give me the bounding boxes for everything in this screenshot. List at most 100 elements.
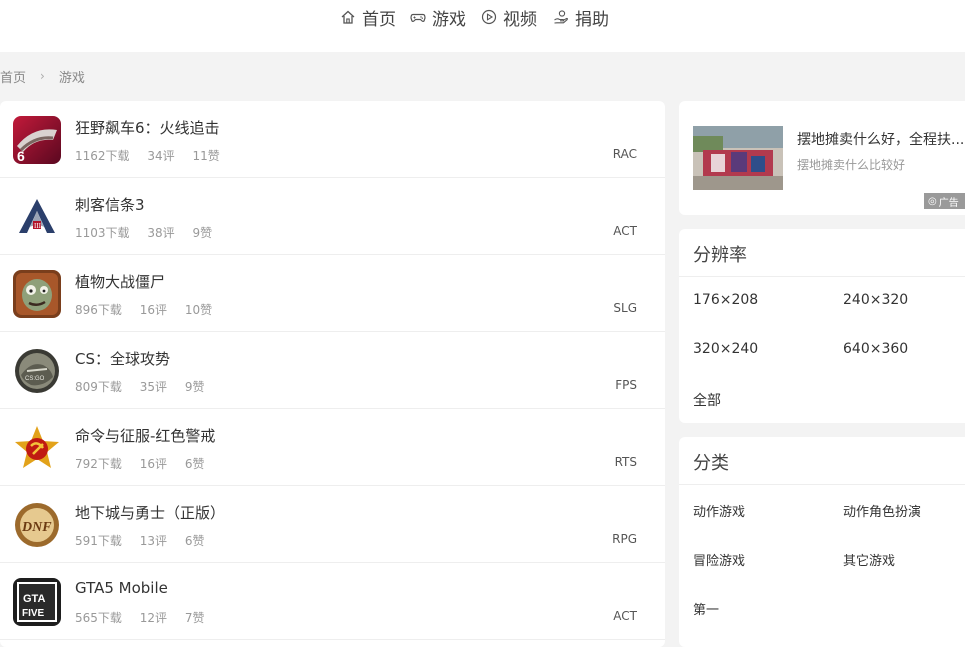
game-row[interactable]: 植物大战僵尸 896下载 16评 10赞 SLG [0, 255, 665, 332]
game-list: 6 狂野飙车6：火线追击 1162下载 34评 11赞 RAC III 刺客信条… [0, 101, 665, 647]
game-title[interactable]: CS：全球攻势 [75, 348, 170, 369]
game-downloads: 896下载 [75, 303, 122, 317]
resolution-heading: 分辨率 [693, 245, 747, 266]
category-link[interactable]: 第一 [693, 599, 719, 618]
game-row[interactable]: III 刺客信条3 1103下载 38评 9赞 ACT [0, 178, 665, 255]
game-row[interactable]: 6 狂野飙车6：火线追击 1162下载 34评 11赞 RAC [0, 101, 665, 178]
gamepad-icon [410, 13, 426, 22]
ad-badge-label: 广告 [938, 197, 959, 209]
nav-item-label: 游戏 [432, 9, 466, 30]
game-genre-tag: RAC [612, 147, 637, 161]
game-title[interactable]: 刺客信条3 [75, 194, 145, 215]
game-row[interactable]: GTA FIVE GTA5 Mobile 565下载 12评 7赞 ACT [0, 563, 665, 640]
csgo-icon: CS:GO [13, 347, 61, 395]
game-title[interactable]: 植物大战僵尸 [75, 271, 165, 292]
game-downloads: 1162下载 [75, 149, 130, 163]
game-downloads: 591下载 [75, 534, 122, 548]
game-meta: 792下载 16评 6赞 [75, 455, 218, 472]
game-likes: 9赞 [192, 226, 213, 240]
zombie-icon [13, 270, 61, 318]
game-title[interactable]: GTA5 Mobile [75, 579, 168, 597]
game-meta: 896下载 16评 10赞 [75, 301, 226, 318]
category-panel: 分类 动作游戏 动作角色扮演 冒险游戏 其它游戏 第一 [679, 437, 965, 647]
nav-item-label: 视频 [503, 9, 537, 30]
game-downloads: 565下载 [75, 611, 122, 625]
nav-item-home[interactable]: 首页 [340, 4, 396, 30]
ad-thumbnail [693, 126, 783, 190]
game-reviews: 13评 [139, 534, 168, 548]
category-heading: 分类 [693, 453, 729, 474]
resolution-link-all[interactable]: 全部 [693, 390, 721, 410]
game-title[interactable]: 命令与征服-红色警戒 [75, 425, 215, 446]
game-genre-tag: FPS [615, 378, 637, 392]
game-row[interactable]: CS:GO CS：全球攻势 809下载 35评 9赞 FPS [0, 332, 665, 409]
red-alert-icon [13, 424, 61, 472]
breadcrumb-separator: › [40, 69, 45, 83]
game-meta: 809下载 35评 9赞 [75, 378, 218, 395]
game-likes: 6赞 [184, 457, 205, 471]
game-title[interactable]: 地下城与勇士（正版） [75, 502, 225, 523]
svg-text:FIVE: FIVE [22, 608, 45, 619]
home-icon [341, 10, 355, 24]
resolution-link[interactable]: 640×360 [843, 341, 908, 357]
nav-item-label: 首页 [362, 9, 396, 30]
game-meta: 1162下载 34评 11赞 [75, 147, 234, 164]
game-row[interactable]: 命令与征服-红色警戒 792下载 16评 6赞 RTS [0, 409, 665, 486]
svg-text:CS:GO: CS:GO [25, 376, 45, 382]
svg-text:6: 6 [17, 148, 25, 164]
asphalt6-icon: 6 [13, 116, 61, 164]
game-reviews: 34评 [147, 149, 175, 163]
nav-item-game[interactable]: 游戏 [410, 4, 466, 30]
ad-info-icon: ◎ [928, 195, 937, 207]
resolution-link[interactable]: 240×320 [843, 292, 908, 308]
nav-item-donate[interactable]: 捐助 [553, 4, 609, 30]
game-downloads: 1103下载 [75, 226, 130, 240]
game-meta: 591下载 13评 6赞 [75, 532, 218, 549]
game-reviews: 12评 [139, 611, 168, 625]
play-icon [481, 9, 497, 25]
resolution-panel: 分辨率 176×208 240×320 320×240 640×360 全部 [679, 229, 965, 423]
donate-hand-icon [554, 10, 568, 24]
category-link[interactable]: 动作游戏 [693, 501, 745, 520]
ad-title[interactable]: 摆地摊卖什么好，全程扶... [797, 129, 964, 149]
game-reviews: 16评 [139, 303, 168, 317]
breadcrumb-current: 游戏 [58, 70, 85, 86]
dnf-icon: DNF [13, 501, 61, 549]
game-downloads: 809下载 [75, 380, 122, 394]
game-likes: 7赞 [184, 611, 205, 625]
game-likes: 9赞 [184, 380, 205, 394]
game-likes: 6赞 [184, 534, 205, 548]
svg-text:DNF: DNF [21, 520, 52, 535]
category-link[interactable]: 其它游戏 [843, 550, 895, 569]
svg-text:GTA: GTA [23, 593, 45, 605]
game-genre-tag: RPG [612, 532, 637, 546]
nav-item-label: 捐助 [575, 9, 609, 30]
resolution-link[interactable]: 176×208 [693, 292, 758, 308]
game-genre-tag: RTS [614, 455, 637, 469]
breadcrumb: 首页 › 游戏 [0, 66, 85, 86]
gta5-icon: GTA FIVE [13, 578, 61, 626]
nav-item-video[interactable]: 视频 [481, 4, 537, 30]
game-genre-tag: SLG [613, 301, 637, 315]
ad-subtitle: 摆地摊卖什么比较好 [797, 158, 906, 172]
ad-badge: ◎ 广告 [924, 193, 965, 209]
breadcrumb-home-link[interactable]: 首页 [0, 67, 26, 86]
game-downloads: 792下载 [75, 457, 122, 471]
panel-divider [679, 276, 965, 277]
game-genre-tag: ACT [613, 609, 637, 623]
resolution-link[interactable]: 320×240 [693, 341, 758, 357]
game-reviews: 38评 [147, 226, 175, 240]
game-title[interactable]: 狂野飙车6：火线追击 [75, 117, 220, 138]
assassins-creed-icon: III [13, 193, 61, 241]
game-row[interactable]: DNF 地下城与勇士（正版） 591下载 13评 6赞 RPG [0, 486, 665, 563]
category-link[interactable]: 冒险游戏 [693, 550, 745, 569]
game-reviews: 35评 [139, 380, 168, 394]
game-genre-tag: ACT [613, 224, 637, 238]
category-link[interactable]: 动作角色扮演 [843, 501, 921, 520]
game-meta: 1103下载 38评 9赞 [75, 224, 226, 241]
ad-card[interactable]: 摆地摊卖什么好，全程扶... 摆地摊卖什么比较好 ◎ 广告 [679, 101, 965, 215]
game-reviews: 16评 [139, 457, 168, 471]
panel-divider [679, 484, 965, 485]
top-nav: 首页 游戏 视频 捐助 [0, 0, 965, 52]
game-likes: 11赞 [192, 149, 220, 163]
